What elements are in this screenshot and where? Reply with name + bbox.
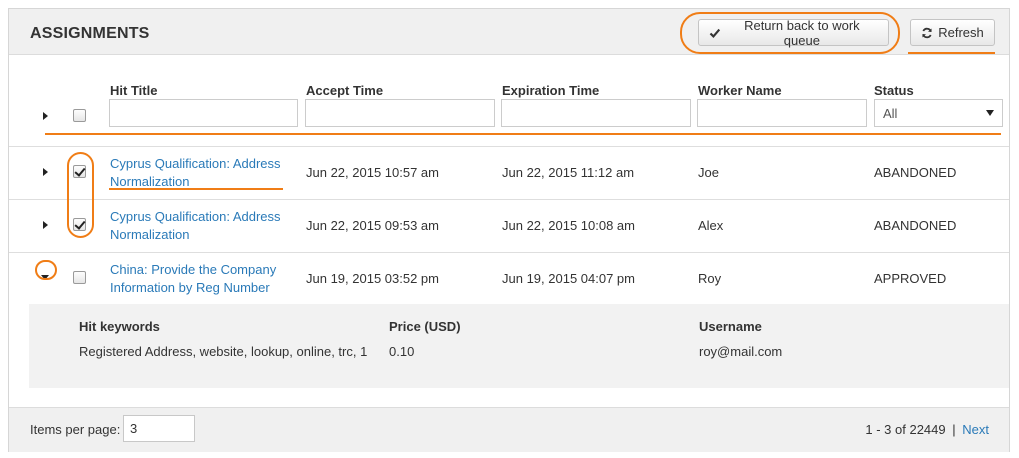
accept-time-cell: Jun 19, 2015 03:52 pm xyxy=(306,271,439,286)
keywords-label: Hit keywords xyxy=(79,319,160,334)
table-footer: Items per page: 1 - 3 of 22449 | Next xyxy=(9,407,1009,452)
accept-time-filter-input[interactable] xyxy=(305,99,495,127)
accept-time-cell: Jun 22, 2015 09:53 am xyxy=(306,218,439,233)
accept-time-cell: Jun 22, 2015 10:57 am xyxy=(306,165,439,180)
price-label: Price (USD) xyxy=(389,319,461,334)
table-header: Hit Title Accept Time Expiration Time Wo… xyxy=(9,56,1009,146)
worker-name-cell: Joe xyxy=(698,165,719,180)
row-checkbox[interactable] xyxy=(73,271,86,284)
panel-header: ASSIGNMENTS Return back to work queue Re… xyxy=(9,9,1009,55)
pagination: 1 - 3 of 22449 | Next xyxy=(865,422,989,437)
status-filter-select[interactable]: All xyxy=(874,99,1003,127)
hit-title-link[interactable]: Cyprus Qualification: Address Normalizat… xyxy=(110,155,290,191)
status-filter-value: All xyxy=(883,105,898,121)
assignments-panel: ASSIGNMENTS Return back to work queue Re… xyxy=(8,8,1010,452)
worker-name-cell: Roy xyxy=(698,271,722,286)
refresh-icon xyxy=(922,27,933,38)
hit-title-link[interactable]: China: Provide the Company Information b… xyxy=(110,261,290,297)
price-value: 0.10 xyxy=(389,344,415,359)
column-header-worker-name[interactable]: Worker Name xyxy=(698,83,782,98)
keywords-value: Registered Address, website, lookup, onl… xyxy=(79,344,368,359)
table-row[interactable]: Cyprus Qualification: Address Normalizat… xyxy=(9,199,1009,252)
expiration-time-cell: Jun 22, 2015 10:08 am xyxy=(502,218,635,233)
pagination-range: 1 - 3 of 22449 xyxy=(865,422,946,437)
row-checkbox[interactable] xyxy=(73,218,86,231)
page-title: ASSIGNMENTS xyxy=(30,25,150,42)
hit-title-filter-input[interactable] xyxy=(109,99,298,127)
expand-all-icon[interactable] xyxy=(43,112,48,120)
items-per-page-input[interactable] xyxy=(123,415,195,442)
status-cell: ABANDONED xyxy=(874,218,957,233)
hit-title-link[interactable]: Cyprus Qualification: Address Normalizat… xyxy=(110,208,290,244)
status-cell: ABANDONED xyxy=(874,165,957,180)
table-row[interactable]: China: Provide the Company Information b… xyxy=(9,252,1009,305)
next-page-link[interactable]: Next xyxy=(962,422,989,437)
select-all-checkbox[interactable] xyxy=(73,109,86,122)
column-header-expiration-time[interactable]: Expiration Time xyxy=(502,83,599,98)
pagination-separator: | xyxy=(952,422,956,437)
column-header-status[interactable]: Status xyxy=(874,83,914,98)
username-label: Username xyxy=(699,319,762,334)
refresh-button-label: Refresh xyxy=(938,25,984,40)
checkmark-icon xyxy=(709,28,721,38)
return-button-label: Return back to work queue xyxy=(744,17,860,48)
worker-name-cell: Alex xyxy=(698,218,724,233)
row-detail-panel: Hit keywords Registered Address, website… xyxy=(29,304,1009,388)
expiration-time-cell: Jun 19, 2015 04:07 pm xyxy=(502,271,635,286)
column-header-hit-title[interactable]: Hit Title xyxy=(110,83,157,98)
refresh-button[interactable]: Refresh xyxy=(910,19,995,46)
worker-name-filter-input[interactable] xyxy=(697,99,867,127)
return-to-work-queue-button[interactable]: Return back to work queue xyxy=(698,17,889,48)
row-checkbox[interactable] xyxy=(73,165,86,178)
caret-right-icon[interactable] xyxy=(43,221,48,229)
caret-right-icon[interactable] xyxy=(43,168,48,176)
username-value: roy@mail.com xyxy=(699,344,783,359)
status-cell: APPROVED xyxy=(874,271,947,286)
items-per-page-label: Items per page: xyxy=(30,422,121,437)
dropdown-arrow-icon xyxy=(986,110,994,116)
expiration-time-filter-input[interactable] xyxy=(501,99,691,127)
caret-down-icon[interactable] xyxy=(41,275,49,280)
table-row[interactable]: Cyprus Qualification: Address Normalizat… xyxy=(9,146,1009,199)
expiration-time-cell: Jun 22, 2015 11:12 am xyxy=(502,165,635,180)
column-header-accept-time[interactable]: Accept Time xyxy=(306,83,383,98)
